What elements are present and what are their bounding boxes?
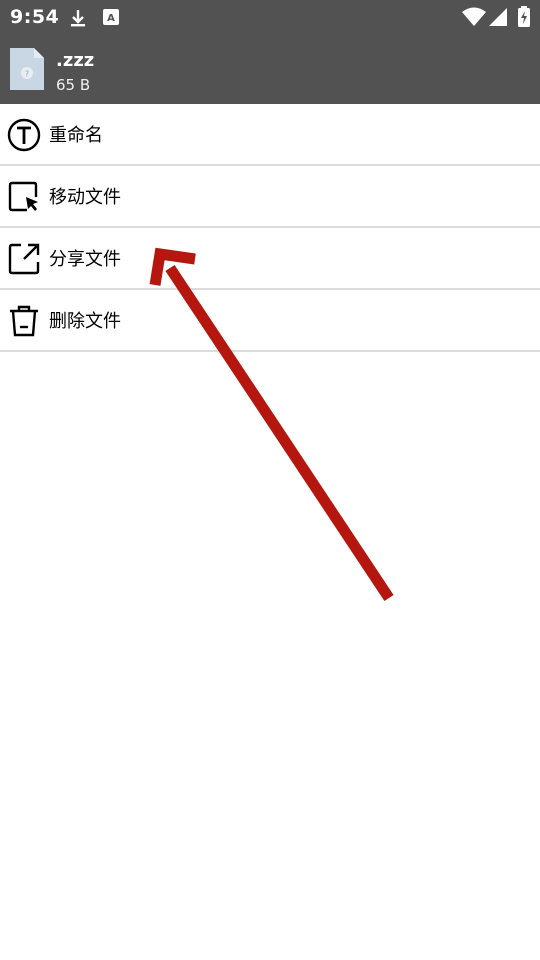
share-file-menu-item[interactable]: 分享文件 <box>0 228 540 290</box>
delete-icon <box>7 304 41 338</box>
svg-text:A: A <box>107 13 115 24</box>
share-file-label: 分享文件 <box>49 249 121 270</box>
file-name: .zzz <box>56 50 95 71</box>
unknown-file-icon: ? <box>8 46 46 92</box>
download-icon <box>68 8 88 32</box>
delete-file-label: 删除文件 <box>49 311 121 332</box>
share-icon <box>7 242 41 276</box>
status-time: 9:54 <box>10 6 60 28</box>
battery-charging-icon <box>517 6 531 32</box>
move-file-menu-item[interactable]: 移动文件 <box>0 166 540 228</box>
wifi-icon <box>462 7 486 31</box>
move-file-label: 移动文件 <box>49 187 121 208</box>
rename-menu-item[interactable]: 重命名 <box>0 104 540 166</box>
rename-icon <box>7 118 41 152</box>
signal-icon <box>488 7 508 31</box>
app-notification-icon: A <box>102 8 120 30</box>
file-action-menu: 重命名 移动文件 分享文件 删除文件 <box>0 104 540 352</box>
rename-label: 重命名 <box>49 125 103 146</box>
file-header: ? .zzz 65 B <box>0 36 540 104</box>
file-size: 65 B <box>56 76 91 94</box>
delete-file-menu-item[interactable]: 删除文件 <box>0 290 540 352</box>
svg-text:?: ? <box>25 70 29 79</box>
status-bar: 9:54 A <box>0 0 540 36</box>
move-file-icon <box>7 180 41 214</box>
